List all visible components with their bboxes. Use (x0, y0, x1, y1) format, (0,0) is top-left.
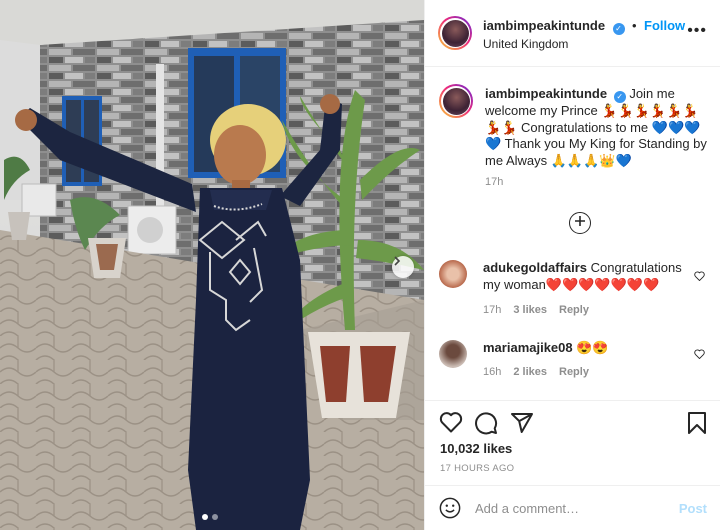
carousel-dot-active (202, 514, 208, 520)
comment-like-heart-icon[interactable] (694, 268, 705, 286)
caption-username[interactable]: iambimpeakintunde (485, 86, 607, 101)
smiley-icon[interactable] (439, 497, 461, 524)
send-icon[interactable] (510, 411, 534, 440)
carousel-dots (202, 514, 218, 520)
comment-item: adukegoldaffairs Congratulations my woma… (439, 260, 709, 320)
post-date[interactable]: 17 HOURS AGO (440, 463, 514, 474)
comment-likes[interactable]: 2 likes (513, 366, 547, 378)
caption-time: 17h (485, 176, 504, 188)
verified-badge-icon: ✓ (612, 23, 625, 35)
post-comment-button[interactable]: Post (679, 501, 707, 516)
author-username[interactable]: iambimpeakintunde (483, 18, 605, 33)
comment-reply-button[interactable]: Reply (559, 366, 589, 378)
comment-time: 16h (483, 366, 502, 378)
comments-section: iambimpeakintunde ✓ Join me welcome my P… (425, 68, 720, 400)
bookmark-icon[interactable] (687, 411, 707, 440)
author-avatar[interactable] (438, 16, 472, 50)
post-location[interactable]: United Kingdom (483, 37, 568, 51)
like-count[interactable]: 10,032 likes (440, 441, 512, 456)
commenter-username[interactable]: mariamajike08 (483, 340, 573, 355)
comment-time: 17h (483, 304, 502, 316)
comment-reply-button[interactable]: Reply (559, 304, 589, 316)
post-actions: 10,032 likes 17 HOURS AGO (425, 400, 720, 496)
follow-button[interactable]: Follow (644, 18, 685, 33)
more-options-button[interactable]: ••• (687, 22, 707, 40)
commenter-avatar[interactable] (439, 260, 467, 288)
commenter-username[interactable]: adukegoldaffairs (483, 260, 587, 275)
comment-likes[interactable]: 3 likes (513, 304, 547, 316)
load-more-comments-button[interactable] (569, 212, 591, 234)
comment-icon[interactable] (474, 411, 498, 440)
add-comment-input[interactable] (475, 498, 665, 518)
comment-like-heart-icon[interactable] (694, 346, 705, 364)
photo-illustration (0, 0, 424, 530)
carousel-dot (212, 514, 218, 520)
plus-circle-icon (574, 214, 586, 232)
post-sidebar: iambimpeakintunde ✓ • Follow United King… (424, 0, 720, 530)
comment-composer: Post (425, 485, 720, 530)
post-photo[interactable] (0, 0, 424, 530)
verified-badge-icon: ✓ (613, 91, 626, 103)
commenter-avatar[interactable] (439, 340, 467, 368)
carousel-next-button[interactable] (392, 256, 414, 278)
comment-text: 😍😍 (576, 340, 609, 355)
post-header: iambimpeakintunde ✓ • Follow United King… (425, 0, 720, 67)
comment-item: mariamajike08 😍😍 16h 2 likes Reply (439, 340, 709, 390)
caption-avatar[interactable] (439, 84, 473, 118)
heart-icon[interactable] (439, 411, 463, 438)
